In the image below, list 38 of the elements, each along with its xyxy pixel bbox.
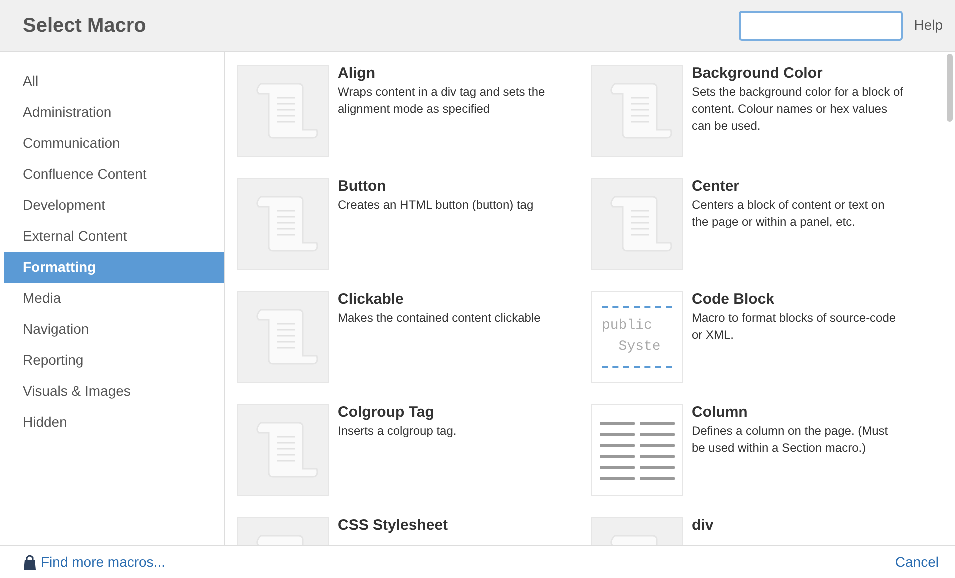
macro-title[interactable]: CSS Stylesheet (338, 517, 550, 535)
macro-description: Sets the background color for a block of content. Colour names or hex values can be used. (692, 84, 904, 135)
code-text: Syste (618, 338, 662, 357)
macro-description: Inserts a colgroup tag. (338, 423, 458, 440)
dialog-title: Select Macro (23, 14, 148, 38)
macro-title[interactable]: Align (338, 65, 550, 83)
macro-title[interactable]: Colgroup Tag (338, 404, 550, 422)
help-link[interactable]: Help (914, 15, 943, 36)
macro-title[interactable]: Center (692, 178, 904, 196)
macro-description: Makes the contained content clickable (338, 310, 542, 327)
macro-description: Wraps content in a div tag and sets the alignment mode as specified (338, 84, 546, 118)
macro-description: Defines a column on the page. (Must be used within a Section macro.) (692, 423, 890, 457)
category-item[interactable]: Reporting (4, 345, 224, 376)
category-item[interactable]: Confluence Content (4, 159, 224, 190)
category-item[interactable]: All (4, 66, 224, 97)
macro-description: Creates an HTML button (button) tag (338, 197, 535, 214)
category-item[interactable]: Hidden (4, 407, 224, 438)
macro-description: Centers a block of content or text on the page or within a panel, etc. (692, 197, 886, 231)
category-item[interactable]: Visuals & Images (4, 376, 224, 407)
category-item[interactable]: Communication (4, 128, 224, 159)
cancel-link[interactable]: Cancel (895, 552, 939, 572)
code-text: public (602, 317, 654, 336)
macro-description: Macro to format blocks of source-code or XML. (692, 310, 898, 344)
search-field[interactable] (739, 10, 904, 40)
macro-title[interactable]: Button (338, 178, 550, 196)
macro-title[interactable]: Clickable (338, 291, 550, 309)
category-item[interactable]: Navigation (4, 314, 224, 345)
columns-icon (598, 420, 676, 480)
category-item[interactable]: External Content (4, 221, 224, 252)
find-more-link[interactable]: Find more macros... (24, 552, 896, 572)
shopping-bag-icon (24, 554, 36, 570)
macro-title[interactable]: div (692, 517, 904, 535)
category-item[interactable]: Administration (4, 97, 224, 128)
category-item[interactable]: Development (4, 190, 224, 221)
category-item[interactable]: Media (4, 283, 224, 314)
macro-title[interactable]: Code Block (692, 291, 904, 309)
macro-title[interactable]: Background Color (692, 65, 904, 83)
macro-title[interactable]: Column (692, 404, 904, 422)
